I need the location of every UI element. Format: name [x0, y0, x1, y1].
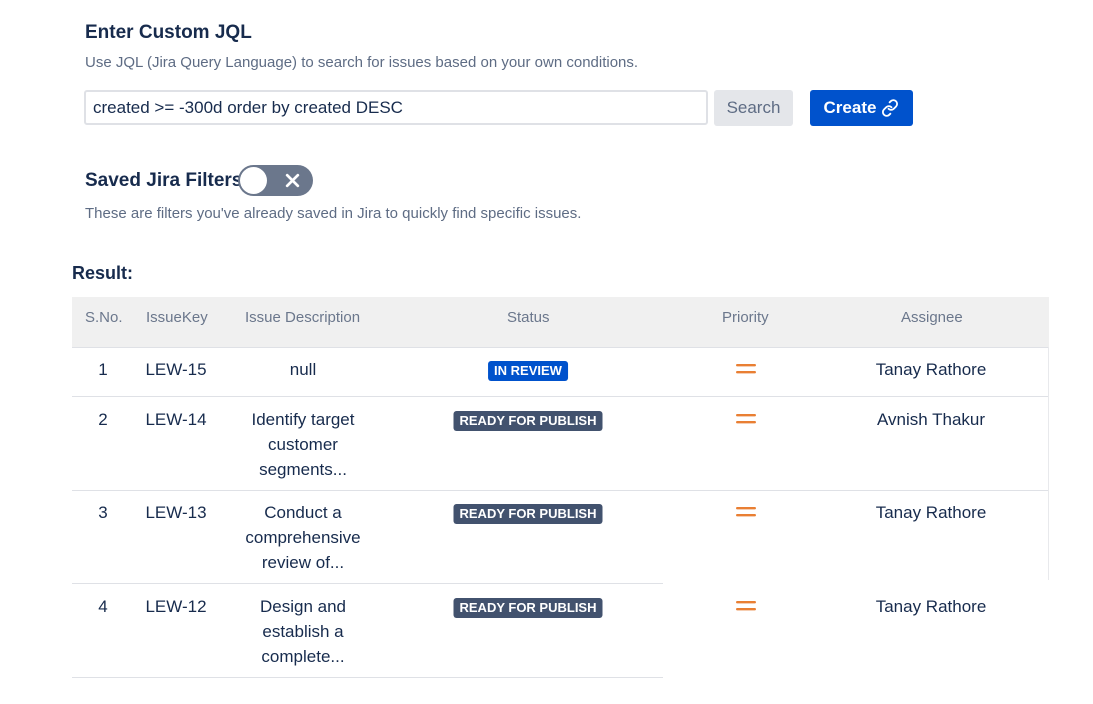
link-icon: [881, 99, 899, 117]
status-badge: IN REVIEW: [488, 361, 568, 381]
cell-sno: 2: [98, 410, 108, 429]
row-divider: [72, 583, 663, 584]
result-table-header: S.No. IssueKey Issue Description Status …: [72, 297, 1049, 348]
cell-issuekey[interactable]: LEW-13: [140, 500, 212, 525]
cell-issuekey[interactable]: LEW-15: [140, 357, 212, 382]
saved-filters-toggle[interactable]: [238, 165, 313, 196]
search-button[interactable]: Search: [714, 90, 793, 126]
column-header-priority: Priority: [722, 309, 769, 326]
table-right-border: [1048, 347, 1049, 580]
result-label: Result:: [72, 263, 134, 283]
column-header-sno: S.No.: [85, 309, 123, 326]
column-header-description: Issue Description: [245, 309, 361, 326]
cell-issuekey[interactable]: LEW-12: [140, 594, 212, 619]
row-divider: [72, 396, 1049, 397]
status-badge: READY FOR PUBLISH: [453, 598, 603, 618]
cell-description: Identify target customer segments...: [251, 410, 355, 479]
cell-description: null: [289, 360, 317, 379]
medium-priority-icon: [736, 507, 756, 517]
status-badge: READY FOR PUBLISH: [453, 504, 603, 524]
jql-section-title: Enter Custom JQL: [85, 22, 252, 43]
cell-description: Design and establish a complete...: [259, 597, 346, 666]
cell-description: Conduct a comprehensive review of...: [245, 503, 361, 572]
create-button[interactable]: Create: [810, 90, 913, 126]
cell-assignee: Avnish Thakur: [876, 410, 986, 429]
saved-filters-description: These are filters you've already saved i…: [85, 205, 582, 222]
column-header-assignee: Assignee: [901, 309, 963, 326]
cell-sno: 4: [98, 597, 108, 616]
medium-priority-icon: [736, 414, 756, 424]
jql-section-description: Use JQL (Jira Query Language) to search …: [85, 54, 639, 71]
toggle-knob: [240, 167, 267, 194]
jql-query-input[interactable]: [84, 90, 708, 125]
cell-assignee: Tanay Rathore: [875, 503, 987, 522]
close-icon: [285, 173, 300, 188]
jql-search-page: Enter Custom JQL Use JQL (Jira Query Lan…: [0, 0, 1093, 704]
row-divider: [72, 677, 663, 678]
column-header-status: Status: [507, 309, 550, 326]
create-button-label: Create: [823, 98, 877, 117]
cell-issuekey[interactable]: LEW-14: [140, 407, 212, 432]
cell-assignee: Tanay Rathore: [875, 360, 987, 379]
saved-filters-title: Saved Jira Filters: [85, 170, 243, 191]
cell-sno: 1: [98, 360, 108, 379]
cell-sno: 3: [98, 503, 108, 522]
cell-assignee: Tanay Rathore: [875, 597, 987, 616]
column-header-issuekey: IssueKey: [146, 309, 208, 326]
medium-priority-icon: [736, 601, 756, 611]
medium-priority-icon: [736, 364, 756, 374]
status-badge: READY FOR PUBLISH: [453, 411, 603, 431]
row-divider: [72, 490, 1049, 491]
